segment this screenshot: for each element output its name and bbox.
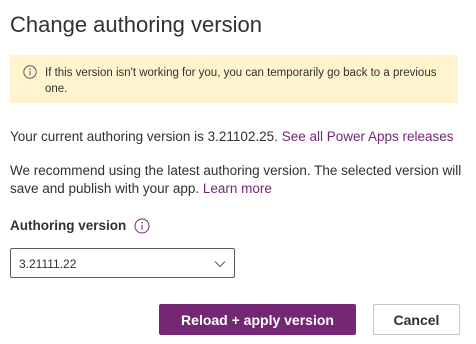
authoring-version-label: Authoring version <box>10 218 127 233</box>
chevron-down-icon <box>214 261 226 268</box>
warning-banner: If this version isn't working for you, y… <box>10 55 458 103</box>
info-icon[interactable] <box>134 218 150 234</box>
info-icon <box>23 65 37 79</box>
change-authoring-version-dialog: Change authoring version If this version… <box>0 0 476 344</box>
cancel-button[interactable]: Cancel <box>373 304 460 335</box>
dropdown-selected-value: 3.21111.22 <box>19 257 77 271</box>
current-version-text: Your current authoring version is 3.2110… <box>10 128 454 146</box>
recommendation-text: We recommend using the latest authoring … <box>10 162 470 198</box>
current-version-label: Your current authoring version is 3.2110… <box>10 129 282 144</box>
learn-more-link[interactable]: Learn more <box>203 181 272 196</box>
reload-apply-version-button[interactable]: Reload + apply version <box>159 304 356 335</box>
dialog-title: Change authoring version <box>10 12 262 37</box>
authoring-version-dropdown[interactable]: 3.21111.22 <box>10 248 235 278</box>
banner-message: If this version isn't working for you, y… <box>45 67 437 95</box>
see-releases-link[interactable]: See all Power Apps releases <box>282 129 454 144</box>
